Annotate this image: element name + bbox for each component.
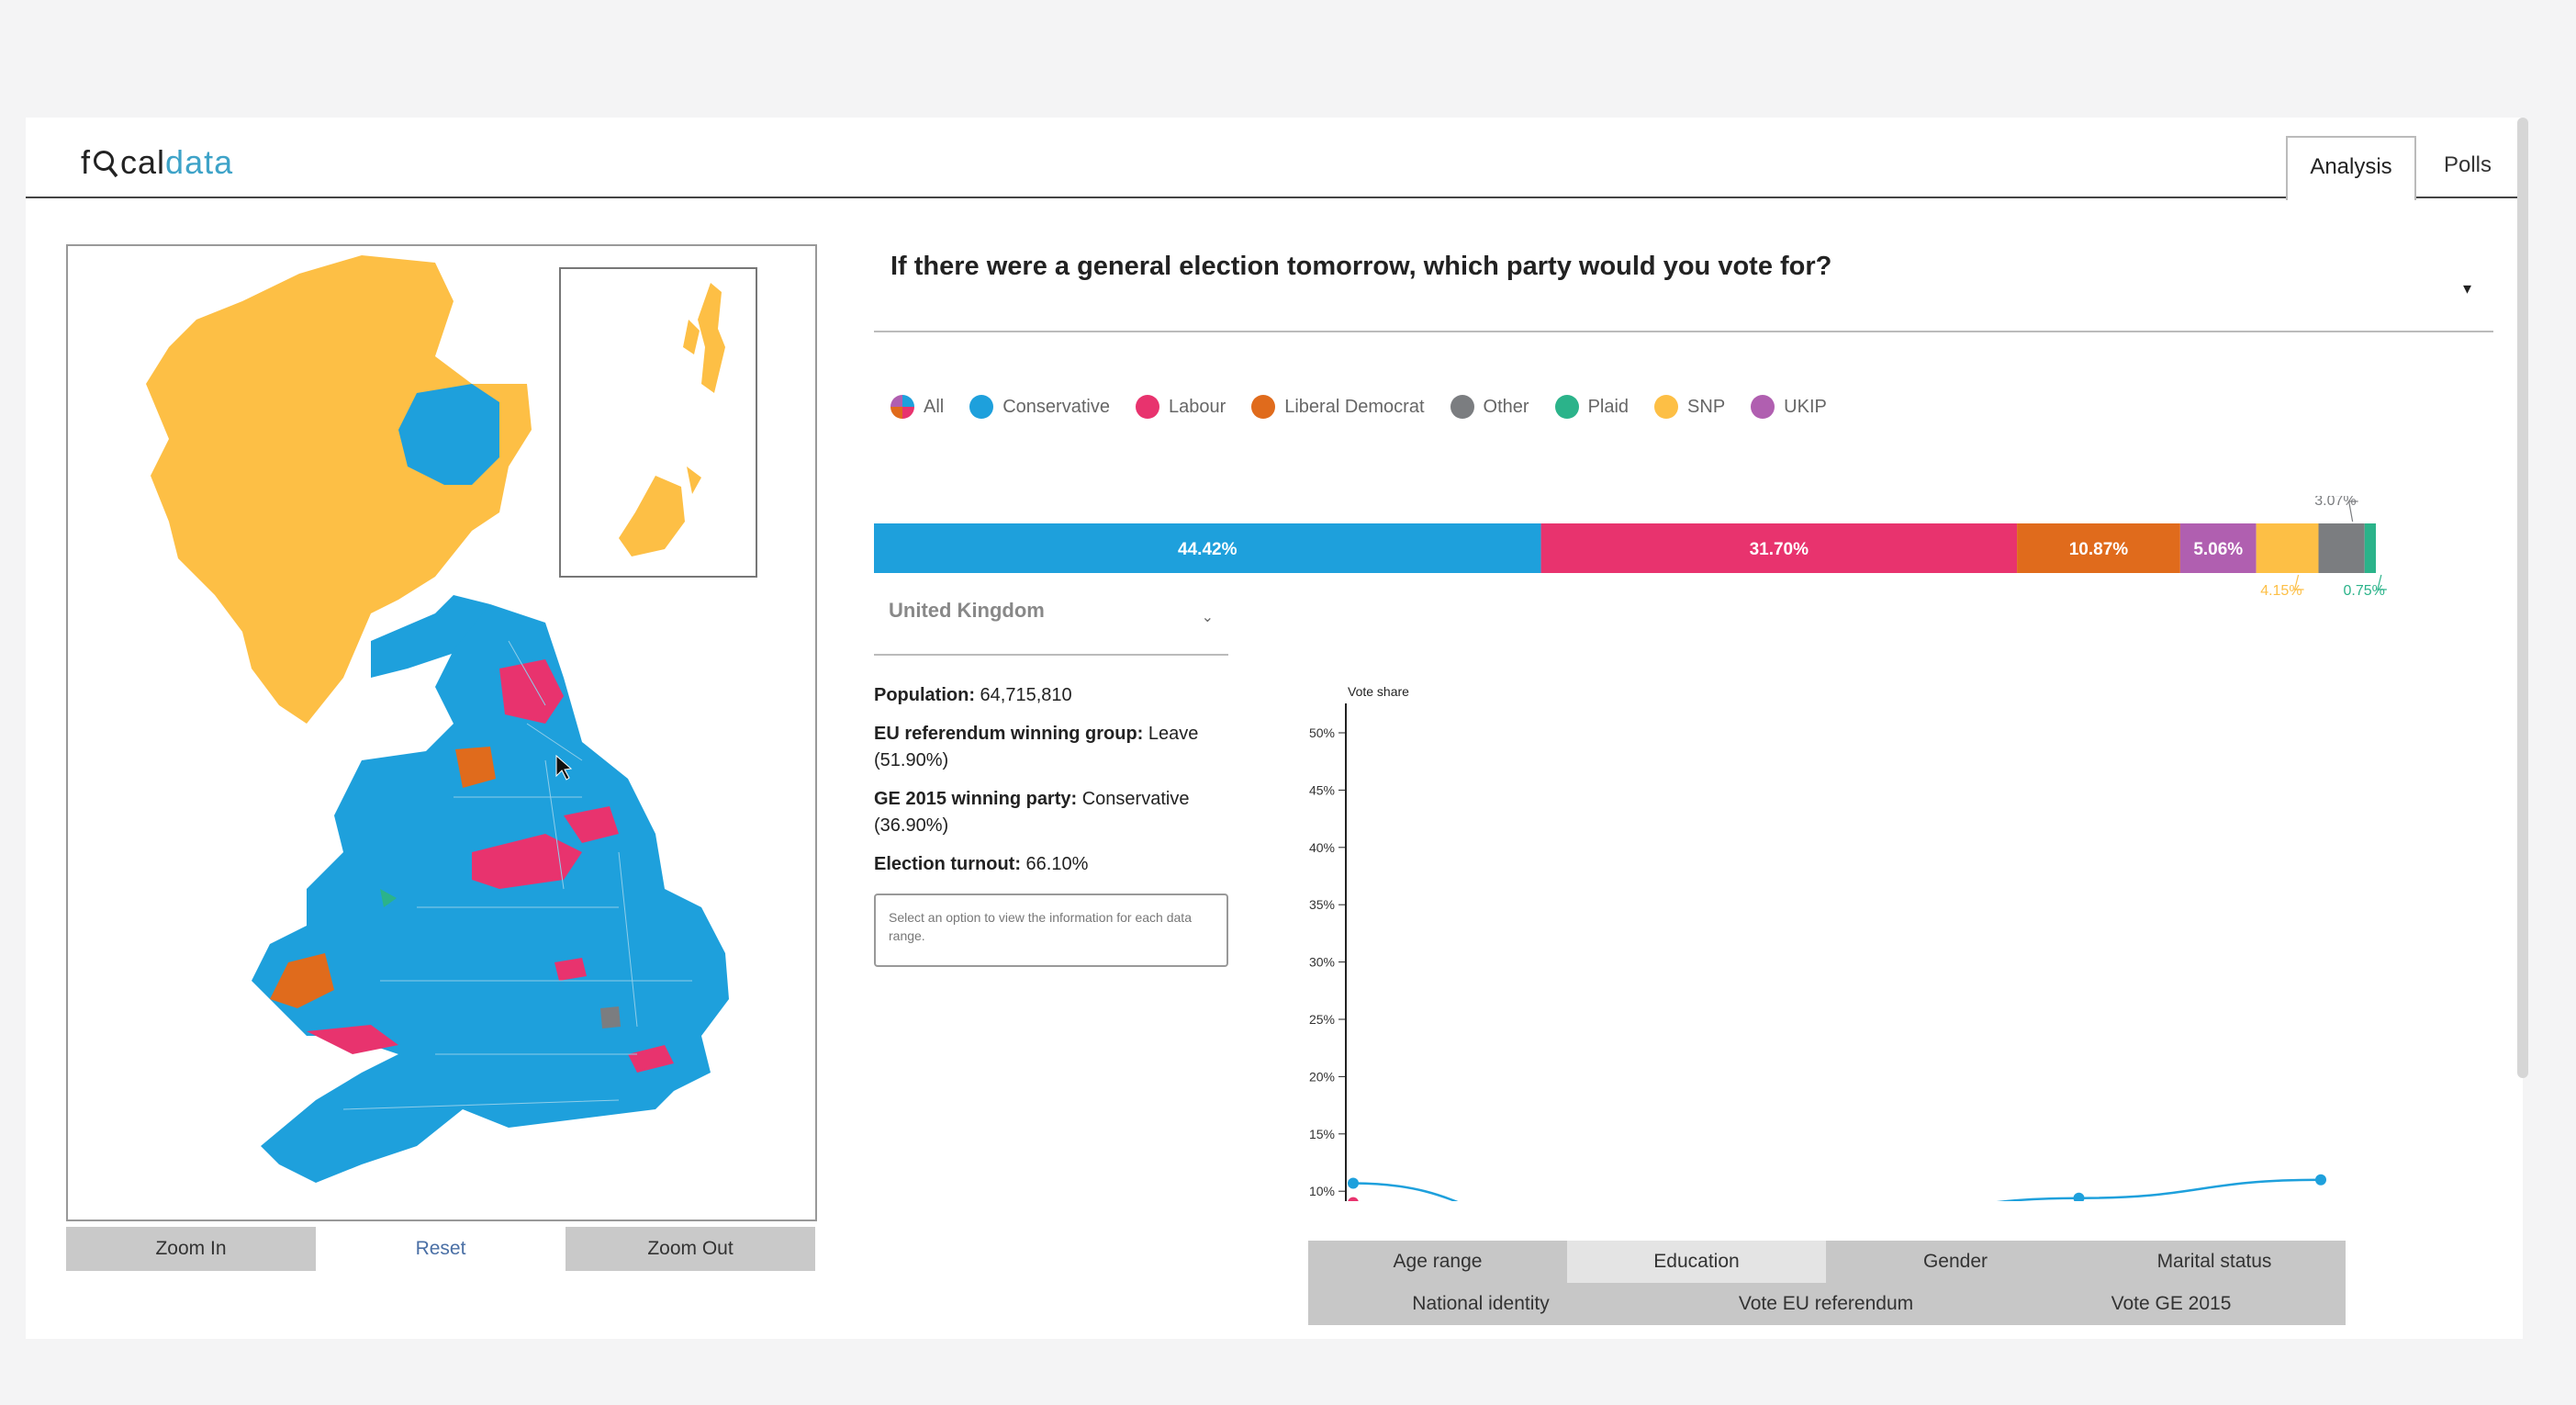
tab-polls[interactable]: Polls — [2426, 136, 2509, 195]
vertical-scrollbar[interactable] — [2517, 118, 2528, 1078]
legend-item-labour[interactable]: Labour — [1135, 395, 1226, 419]
vote-share-label: 44.42% — [1178, 540, 1238, 559]
vote-share-label: 3.07% — [2314, 496, 2356, 509]
pie-icon — [890, 395, 914, 419]
vote-share-label: 31.70% — [1750, 540, 1809, 559]
vote-share-segment-plaid — [2364, 523, 2376, 573]
vote-share-segment-snp — [2256, 523, 2319, 573]
vote-share-label: 0.75% — [2343, 583, 2384, 599]
tab-vote-eu-referendum[interactable]: Vote EU referendum — [1653, 1283, 1999, 1325]
y-tick-label: 30% — [1309, 955, 1335, 970]
y-axis-title: Vote share — [1348, 684, 1409, 699]
logo-suffix: data — [165, 143, 234, 181]
libdem-dot-icon — [1251, 395, 1276, 419]
tab-education[interactable]: Education — [1567, 1241, 1826, 1283]
y-tick-label: 35% — [1309, 897, 1335, 912]
question-dropdown-caret-icon[interactable]: ▾ — [2463, 279, 2471, 298]
legend-label: All — [924, 396, 945, 417]
eu-referendum-stat: EU referendum winning group: Leave (51.9… — [874, 721, 1241, 774]
tab-vote-ge-2015[interactable]: Vote GE 2015 — [1999, 1283, 2344, 1325]
labour-dot-icon — [1135, 395, 1159, 419]
ge-label: GE 2015 winning party: — [874, 789, 1078, 809]
ge2015-stat: GE 2015 winning party: Conservative (36.… — [874, 786, 1241, 839]
eu-label: EU referendum winning group: — [874, 724, 1144, 744]
question-divider — [874, 331, 2493, 332]
y-tick-label: 20% — [1309, 1069, 1335, 1084]
other-region — [600, 1006, 621, 1028]
snp-dot-icon — [1654, 395, 1679, 419]
chevron-down-icon: ⌄ — [1201, 610, 1214, 625]
y-tick-label: 45% — [1309, 782, 1335, 797]
app-window: f caldata Analysis Polls Zoom In Reset Z… — [26, 118, 2523, 1339]
vote-share-segment-other — [2318, 523, 2365, 573]
y-tick-label: 10% — [1309, 1184, 1335, 1198]
legend-label: Plaid — [1587, 396, 1630, 417]
y-tick-label: 50% — [1309, 725, 1335, 740]
turnout-value: 66.10% — [1020, 854, 1089, 874]
population-label: Population: — [874, 685, 975, 705]
region-select-value: United Kingdom — [889, 599, 1045, 622]
range-info-box: Select an option to view the information… — [874, 894, 1228, 967]
focaldata-logo[interactable]: f caldata — [81, 143, 233, 182]
y-tick-label: 15% — [1309, 1127, 1335, 1141]
legend-label: UKIP — [1784, 396, 1827, 417]
legend-item-ukip[interactable]: UKIP — [1751, 395, 1827, 419]
tab-marital-status[interactable]: Marital status — [2085, 1241, 2344, 1283]
tab-national-identity[interactable]: National identity — [1308, 1283, 1653, 1325]
population-stat: Population: 64,715,810 — [874, 682, 1241, 709]
other-dot-icon — [1450, 395, 1474, 419]
education-line-chart: Vote share0%5%10%15%20%25%30%35%40%45%50… — [1309, 684, 2326, 1201]
legend-item-snp[interactable]: SNP — [1654, 395, 1725, 419]
y-tick-label: 40% — [1309, 840, 1335, 855]
legend-label: SNP — [1687, 396, 1726, 417]
legend-label: Liberal Democrat — [1284, 396, 1425, 417]
northern-isles-shape — [619, 283, 725, 556]
tab-age-range[interactable]: Age range — [1308, 1241, 1567, 1283]
population-value: 64,715,810 — [974, 685, 1072, 705]
page-footer-band — [26, 1339, 2523, 1405]
turnout-label: Election turnout: — [874, 854, 1021, 874]
region-select[interactable]: United Kingdom ⌄ — [874, 577, 1228, 656]
region-stats: Population: 64,715,810 EU referendum win… — [874, 682, 1241, 890]
legend-label: Conservative — [1002, 396, 1110, 417]
legend-item-liberal-democrat[interactable]: Liberal Democrat — [1251, 395, 1425, 419]
header: f caldata Analysis Polls — [26, 118, 2523, 200]
legend-label: Other — [1483, 396, 1529, 417]
uk-constituency-map[interactable] — [66, 244, 817, 1221]
data-point-conservative — [1348, 1177, 1359, 1189]
data-point-labour — [1348, 1197, 1359, 1201]
data-point-conservative — [2315, 1174, 2326, 1186]
series-line-conservative — [1352, 1178, 2322, 1201]
logo-mid: cal — [120, 143, 166, 181]
reset-button[interactable]: Reset — [316, 1227, 566, 1271]
tab-gender[interactable]: Gender — [1826, 1241, 2085, 1283]
party-legend: All Conservative Labour Liberal Democrat… — [890, 395, 1827, 419]
legend-item-other[interactable]: Other — [1450, 395, 1529, 419]
vote-share-label: 10.87% — [2069, 540, 2129, 559]
tab-analysis[interactable]: Analysis — [2286, 136, 2416, 200]
breakdown-tab-bar: Age range Education Gender Marital statu… — [1308, 1241, 2346, 1325]
vote-share-label: 5.06% — [2193, 540, 2243, 559]
zoom-out-button[interactable]: Zoom Out — [566, 1227, 815, 1271]
legend-item-conservative[interactable]: Conservative — [969, 395, 1110, 419]
magnifier-logo-icon — [94, 151, 118, 178]
question-title: If there were a general election tomorro… — [890, 252, 1832, 281]
legend-label: Labour — [1168, 396, 1226, 417]
ukip-dot-icon — [1751, 395, 1775, 419]
conservative-dot-icon — [969, 395, 994, 419]
legend-item-plaid[interactable]: Plaid — [1554, 395, 1630, 419]
zoom-in-button[interactable]: Zoom In — [66, 1227, 316, 1271]
plaid-dot-icon — [1554, 395, 1579, 419]
vote-share-label: 4.15% — [2260, 583, 2302, 599]
logo-prefix: f — [81, 143, 92, 181]
y-tick-label: 25% — [1309, 1012, 1335, 1027]
turnout-stat: Election turnout: 66.10% — [874, 851, 1241, 878]
legend-item-all[interactable]: All — [890, 395, 944, 419]
data-point-conservative — [2073, 1192, 2085, 1201]
